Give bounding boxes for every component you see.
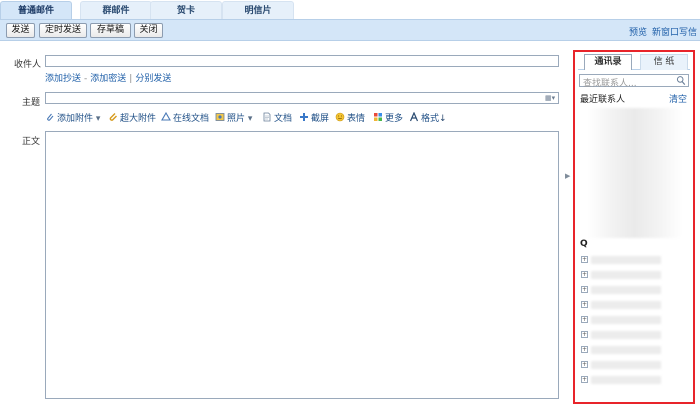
contact-group-row[interactable]: + <box>581 330 679 340</box>
preview-link[interactable]: 预览 <box>629 25 647 38</box>
contact-search-input[interactable]: 查找联系人... <box>579 74 689 89</box>
clear-recent-link[interactable]: 清空 <box>669 92 687 105</box>
contact-group-row[interactable]: + <box>581 255 679 265</box>
panel-tabs: 通讯录 信 纸 <box>578 54 690 70</box>
blurred-group-name <box>591 346 661 354</box>
compose-window: 普通邮件 群邮件 贺卡 明信片 发送 定时发送 存草稿 关闭 预览 新窗口写信 … <box>0 0 700 407</box>
add-attachment-button[interactable]: 添加附件 ▾ <box>45 112 100 126</box>
blurred-group-name <box>591 271 661 279</box>
body-editor[interactable] <box>45 131 559 399</box>
timed-send-button[interactable]: 定时发送 <box>39 23 87 38</box>
to-label: 收件人 <box>14 60 42 70</box>
compose-toolbar: 发送 定时发送 存草稿 关闭 预览 新窗口写信 <box>0 19 700 41</box>
mail-type-tabs: 普通邮件 群邮件 贺卡 明信片 <box>0 0 700 19</box>
to-input[interactable] <box>45 55 559 67</box>
contact-group-header: Q <box>580 239 588 249</box>
tab-postcard[interactable]: 明信片 <box>222 1 294 19</box>
expand-icon[interactable]: + <box>581 361 588 368</box>
contact-group-row[interactable]: + <box>581 315 679 325</box>
contact-group-row[interactable]: + <box>581 375 679 385</box>
add-bcc-link[interactable]: 添加密送 <box>90 74 126 84</box>
expand-icon[interactable]: + <box>581 286 588 293</box>
send-button[interactable]: 发送 <box>6 23 35 38</box>
online-doc-icon <box>161 112 171 121</box>
blurred-group-name <box>591 331 661 339</box>
subject-input[interactable]: ▦▾ <box>45 92 559 104</box>
expand-icon[interactable]: + <box>581 376 588 383</box>
subject-label: 主题 <box>22 98 41 108</box>
more-icon <box>374 113 382 121</box>
blurred-group-name <box>591 361 661 369</box>
blurred-group-name <box>591 376 661 384</box>
format-button[interactable]: 格式↓ <box>409 112 447 126</box>
separator: - <box>84 74 88 84</box>
search-placeholder: 查找联系人... <box>583 79 637 89</box>
expand-icon[interactable]: + <box>581 346 588 353</box>
tab-greeting-card[interactable]: 贺卡 <box>150 1 222 19</box>
blurred-group-name <box>591 286 661 294</box>
tab-stationery[interactable]: 信 纸 <box>640 54 688 70</box>
blurred-group-name <box>591 301 661 309</box>
recent-contacts-list <box>587 108 682 238</box>
expand-icon[interactable]: + <box>581 256 588 263</box>
separate-send-link[interactable]: 分别发送 <box>135 74 171 84</box>
recipient-options: 添加抄送 - 添加密送 | 分别发送 <box>45 71 171 84</box>
contacts-panel: 通讯录 信 纸 查找联系人... 最近联系人 清空 Q + + + + + + … <box>573 50 695 404</box>
document-icon <box>263 112 271 122</box>
body-label: 正文 <box>22 137 41 147</box>
tab-normal-mail[interactable]: 普通邮件 <box>0 1 72 19</box>
blurred-group-name <box>591 316 661 324</box>
large-attachment-button[interactable]: 超大附件 <box>108 112 156 126</box>
contact-group-row[interactable]: + <box>581 345 679 355</box>
paperclip-icon <box>47 113 54 121</box>
expand-icon[interactable]: + <box>581 301 588 308</box>
new-window-link[interactable]: 新窗口写信 <box>652 25 697 38</box>
contact-group-row[interactable]: + <box>581 300 679 310</box>
add-cc-link[interactable]: 添加抄送 <box>45 74 81 84</box>
tab-contacts[interactable]: 通讯录 <box>584 54 632 70</box>
subject-options-icon[interactable]: ▦▾ <box>545 94 555 102</box>
contact-group-row[interactable]: + <box>581 360 679 370</box>
expand-icon[interactable]: + <box>581 331 588 338</box>
photo-button[interactable]: 照片 ▾ <box>215 112 252 126</box>
document-button[interactable]: 文档 <box>262 112 292 126</box>
emoji-icon <box>335 112 345 122</box>
tab-group-mail[interactable]: 群邮件 <box>80 1 152 19</box>
format-toolbar: 添加附件 ▾ 超大附件 在线文档 照片 ▾ 文档 截屏 表情 更多 格式↓ <box>45 112 559 126</box>
large-attachment-icon <box>109 113 117 121</box>
more-button[interactable]: 更多 <box>373 112 403 126</box>
screenshot-button[interactable]: 截屏 <box>299 112 329 126</box>
photo-icon <box>215 113 225 121</box>
format-icon <box>409 112 419 122</box>
expand-icon[interactable]: + <box>581 316 588 323</box>
recent-contacts-label: 最近联系人 <box>580 95 626 105</box>
contact-group-row[interactable]: + <box>581 270 679 280</box>
save-draft-button[interactable]: 存草稿 <box>90 23 131 38</box>
collapse-panel-icon[interactable]: ▶ <box>565 172 571 180</box>
search-icon[interactable] <box>676 75 686 86</box>
expand-icon[interactable]: + <box>581 271 588 278</box>
contact-group-row[interactable]: + <box>581 285 679 295</box>
online-doc-button[interactable]: 在线文档 <box>161 112 209 126</box>
blurred-group-name <box>591 256 661 264</box>
close-button[interactable]: 关闭 <box>134 23 163 38</box>
separator: | <box>129 74 133 84</box>
emoji-button[interactable]: 表情 <box>335 112 365 126</box>
screenshot-icon <box>300 113 308 121</box>
